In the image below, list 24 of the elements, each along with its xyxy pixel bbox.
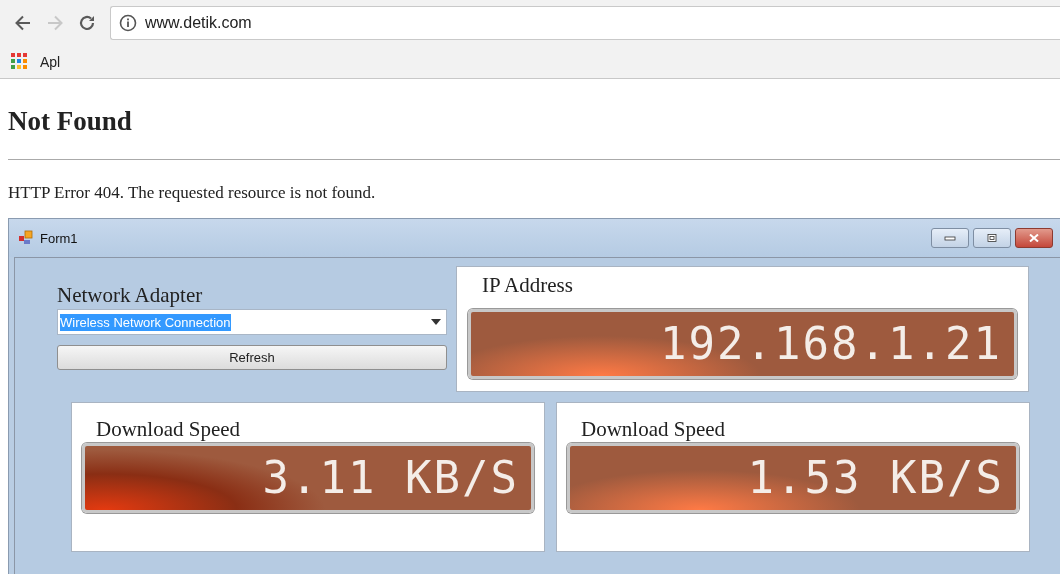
ip-label: IP Address xyxy=(481,272,574,299)
maximize-icon xyxy=(986,234,998,242)
form-icon xyxy=(18,230,34,246)
window-title: Form1 xyxy=(40,230,78,246)
speed-label: Download Speed xyxy=(580,416,727,443)
close-button[interactable] xyxy=(1015,228,1053,248)
address-bar[interactable]: www.detik.com xyxy=(110,5,1060,40)
maximize-button[interactable] xyxy=(973,228,1011,248)
speed-reading: 1.53 KB/S xyxy=(747,454,1004,502)
speed-label: Download Speed xyxy=(95,416,242,443)
page-heading: Not Found xyxy=(8,105,133,137)
apps-grid-icon[interactable] xyxy=(11,53,28,70)
refresh-button[interactable]: Refresh xyxy=(57,345,447,370)
minimize-button[interactable] xyxy=(931,228,969,248)
speed-reading: 3.11 KB/S xyxy=(262,454,519,502)
ip-reading: 192.168.1.21 xyxy=(660,320,1002,368)
url-text: www.detik.com xyxy=(145,13,252,32)
close-icon xyxy=(1028,234,1040,242)
adapter-label: Network Adapter xyxy=(57,282,204,308)
error-message: HTTP Error 404. The requested resource is not found. xyxy=(8,182,377,204)
minimize-icon xyxy=(944,234,956,242)
info-icon xyxy=(119,13,137,32)
caret-icon xyxy=(431,319,441,325)
bookmark-link[interactable]: Apl xyxy=(40,53,61,70)
